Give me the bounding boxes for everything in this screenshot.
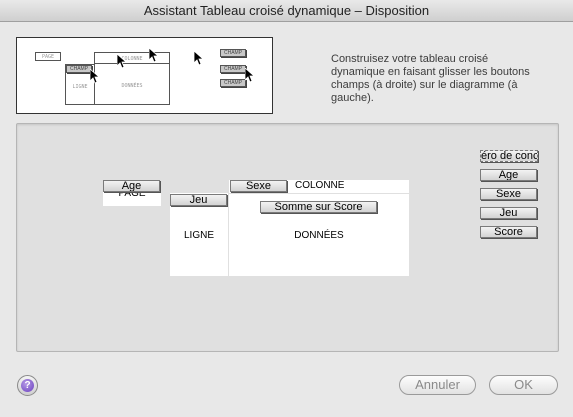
page-field-age-button[interactable]: Age (103, 180, 160, 192)
illus-donnees-label: DONNÉES (121, 83, 143, 89)
column-area-label: COLONNE (295, 180, 345, 191)
data-area-label: DONNÉES (294, 230, 344, 241)
ok-button[interactable]: OK (489, 375, 558, 395)
illus-chip: CHAMP (220, 79, 246, 87)
data-field-score-button[interactable]: Somme sur Score (260, 201, 377, 213)
illus-chip: CHAMP (220, 49, 246, 57)
field-sexe-button[interactable]: Sexe (480, 188, 537, 200)
row-field-jeu-button[interactable]: Jeu (170, 194, 227, 206)
illus-chip: CHAMP (220, 65, 246, 73)
cancel-button[interactable]: Annuler (399, 375, 476, 395)
window-title: Assistant Tableau croisé dynamique – Dis… (0, 0, 573, 22)
illus-page-box: PAGE (35, 52, 61, 61)
help-icon: ? (21, 379, 34, 392)
instructions-text: Construisez votre tableau croisé dynamiq… (331, 53, 530, 104)
row-area-label: LIGNE (183, 230, 214, 241)
illus-page-label: PAGE (41, 54, 55, 60)
layout-illustration: PAGE COLONNE LIGNE DONNÉES CHAMP CHAMP C… (16, 37, 273, 114)
field-age-button[interactable]: Age (480, 169, 537, 181)
help-button[interactable]: ? (17, 375, 38, 396)
illus-ligne-label: LIGNE (72, 84, 88, 90)
field-numero-button[interactable]: éro de conc (480, 150, 538, 162)
illus-chip: CHAMP (66, 65, 92, 73)
field-score-button[interactable]: Score (480, 226, 537, 238)
column-field-sexe-button[interactable]: Sexe (230, 180, 287, 192)
field-jeu-button[interactable]: Jeu (480, 207, 537, 219)
pivot-wizard-window: Assistant Tableau croisé dynamique – Dis… (0, 0, 573, 417)
